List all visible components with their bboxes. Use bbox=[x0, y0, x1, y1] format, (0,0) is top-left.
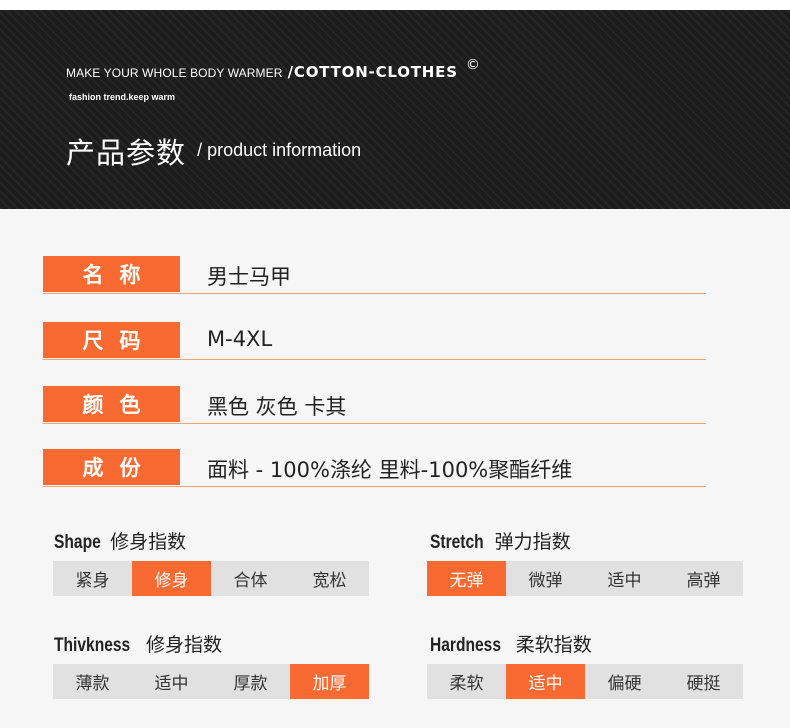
index-title-en: Hardness bbox=[430, 635, 502, 656]
hardness-index-title: Hardness 柔软指数 bbox=[430, 630, 592, 657]
scale-option: 偏硬 bbox=[607, 674, 642, 694]
page-title-cn: 产品参数 bbox=[66, 136, 187, 170]
thickness-index-title: Thivkness 修身指数 bbox=[54, 630, 222, 657]
spec-row-size: 尺码 M-4XL bbox=[43, 322, 706, 360]
page-title: 产品参数 / product information bbox=[66, 130, 361, 172]
header-banner: MAKE YOUR WHOLE BODY WARMER /COTTON-CLOT… bbox=[0, 10, 790, 209]
index-title-cn: 修身指数 bbox=[146, 634, 223, 656]
scale-option: 合体 bbox=[233, 571, 268, 591]
scale-option: 厚款 bbox=[233, 674, 268, 694]
index-title-en: Stretch bbox=[430, 532, 484, 553]
tagline-row: MAKE YOUR WHOLE BODY WARMER /COTTON-CLOT… bbox=[66, 57, 480, 81]
thickness-index-scale: 薄款 适中 厚款 加厚 bbox=[53, 664, 369, 699]
top-border bbox=[0, 0, 790, 10]
scale-option: 高弹 bbox=[686, 571, 721, 591]
stretch-index-scale: 无弹 微弹 适中 高弹 bbox=[427, 561, 743, 596]
scale-option: 紧身 bbox=[75, 571, 110, 591]
spec-value: 男士马甲 bbox=[207, 265, 291, 289]
brand-name: /COTTON-CLOTHES bbox=[287, 63, 458, 81]
subline: fashion trend.keep warm bbox=[69, 92, 176, 102]
scale-option-selected: 修身 bbox=[132, 561, 211, 596]
page-title-en: / product information bbox=[197, 140, 362, 160]
spec-label: 成份 bbox=[43, 449, 180, 485]
shape-index-scale: 紧身 修身 合体 宽松 bbox=[53, 561, 369, 596]
scale-option-selected: 无弹 bbox=[427, 561, 506, 596]
index-title-en: Shape bbox=[54, 532, 101, 553]
spec-row-material: 成份 面料 - 100%涤纶 里料-100%聚酯纤维 bbox=[43, 449, 706, 487]
scale-option: 柔软 bbox=[449, 674, 484, 694]
scale-option: 薄款 bbox=[75, 674, 110, 694]
index-title-en: Thivkness bbox=[54, 635, 131, 656]
scale-option: 适中 bbox=[154, 674, 189, 694]
scale-option: 宽松 bbox=[312, 571, 347, 591]
spec-row-name: 名称 男士马甲 bbox=[43, 256, 706, 294]
spec-label: 颜色 bbox=[43, 386, 180, 422]
scale-option-selected: 加厚 bbox=[290, 664, 369, 699]
spec-label: 尺码 bbox=[43, 322, 180, 358]
hardness-index-scale: 柔软 适中 偏硬 硬挺 bbox=[427, 664, 743, 699]
index-title-cn: 弹力指数 bbox=[494, 531, 571, 553]
copyright-icon: © bbox=[465, 57, 480, 73]
spec-row-color: 颜色 黑色 灰色 卡其 bbox=[43, 386, 706, 424]
scale-option-selected: 适中 bbox=[506, 664, 585, 699]
spec-value: M-4XL bbox=[207, 327, 273, 351]
index-title-cn: 修身指数 bbox=[110, 531, 187, 553]
spec-label: 名称 bbox=[43, 256, 180, 292]
tagline: MAKE YOUR WHOLE BODY WARMER bbox=[66, 66, 283, 80]
scale-option: 适中 bbox=[607, 571, 642, 591]
scale-option: 微弹 bbox=[528, 571, 563, 591]
stretch-index-title: Stretch 弹力指数 bbox=[430, 527, 571, 554]
index-title-cn: 柔软指数 bbox=[515, 634, 592, 656]
shape-index-title: Shape 修身指数 bbox=[54, 527, 186, 554]
spec-value: 黑色 灰色 卡其 bbox=[207, 395, 347, 419]
spec-value: 面料 - 100%涤纶 里料-100%聚酯纤维 bbox=[207, 458, 573, 482]
scale-option: 硬挺 bbox=[686, 674, 721, 694]
